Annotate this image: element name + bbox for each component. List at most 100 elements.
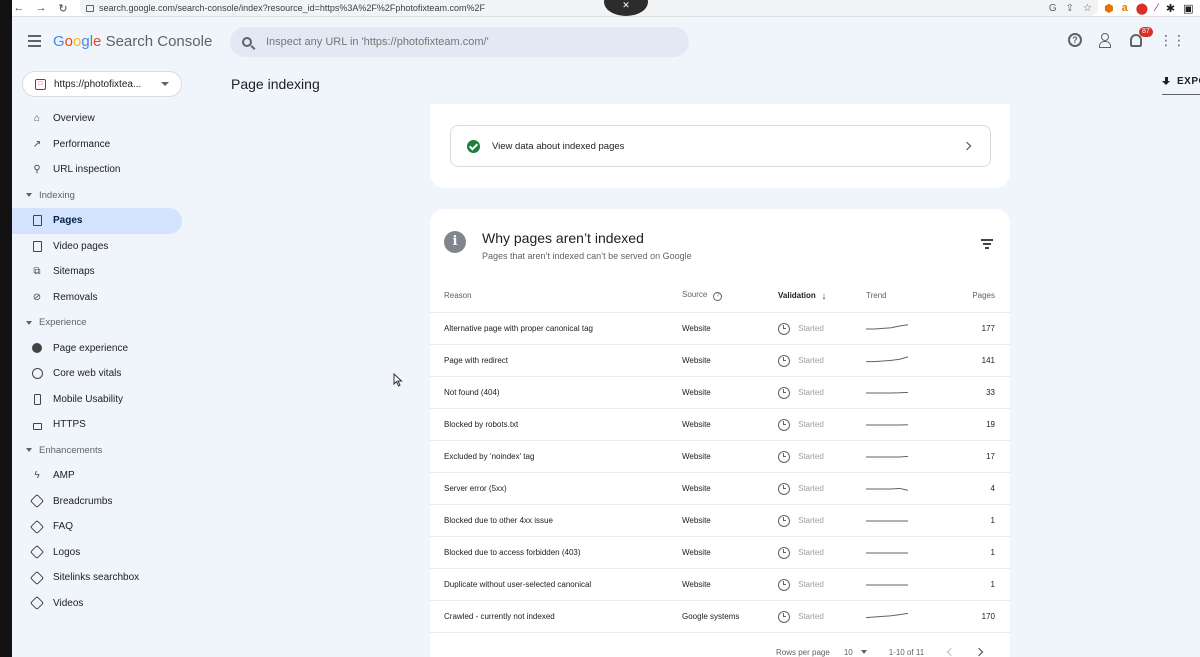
search-input[interactable] (266, 36, 646, 48)
reason-cell: Not found (404) (444, 388, 500, 397)
forward-icon[interactable]: → (34, 2, 48, 14)
column-header-reason[interactable]: Reason (430, 291, 682, 300)
notifications-icon[interactable]: 87 (1130, 26, 1153, 47)
table-row[interactable]: Blocked due to other 4xx issue Website Sta… (430, 505, 1010, 537)
sidebar-item-pages[interactable]: Pages (12, 208, 182, 234)
users-icon[interactable] (1099, 33, 1113, 48)
column-header-pages[interactable]: Pages (938, 291, 1010, 300)
sidebar-section-indexing[interactable]: Indexing (12, 183, 182, 209)
sidebar-item-faq[interactable]: FAQ (12, 514, 182, 540)
back-icon[interactable]: ← (12, 2, 26, 14)
layers-icon (29, 519, 45, 534)
sidebar-item-sitelinks-searchbox[interactable]: Sitelinks searchbox (12, 565, 182, 591)
chevron-left-icon[interactable] (946, 647, 956, 657)
clock-icon (778, 386, 790, 399)
apps-grid-icon[interactable]: ⋮⋮ (1159, 33, 1186, 47)
sidebar-item-label: Removals (53, 291, 98, 303)
sidebar-item-overview[interactable]: ⌂ Overview (12, 106, 182, 132)
address-bar[interactable]: search.google.com/search-console/index?r… (80, 0, 1098, 16)
view-indexed-pages-link[interactable]: View data about indexed pages (450, 125, 991, 167)
table-row[interactable]: Blocked due to access forbidden (403) Web… (430, 537, 1010, 569)
source-cell: Website (682, 420, 711, 429)
table-row[interactable]: Crawled - currently not indexed Google sy… (430, 601, 1010, 633)
column-header-validation[interactable]: Validation ↓ (778, 291, 866, 301)
reload-icon[interactable]: ↻ (56, 2, 70, 15)
trend-sparkline (866, 584, 908, 585)
sidebar-item-performance[interactable]: ↗ Performance (12, 132, 182, 158)
google-lens-icon[interactable]: G (1049, 3, 1057, 14)
source-cell: Website (682, 324, 711, 333)
rows-per-page-select[interactable]: 10 (844, 648, 867, 657)
sidebar-item-removals[interactable]: ⊘ Removals (12, 285, 182, 311)
filter-icon[interactable] (981, 239, 993, 251)
table-row[interactable]: Blocked by robots.txt Website Started 19 (430, 409, 1010, 441)
sidebar-item-url-inspection[interactable]: ⚲ URL inspection (12, 157, 182, 183)
column-header-label: Validation (778, 291, 816, 300)
trend-cell (866, 515, 938, 527)
pagination-range: 1-10 of 11 (888, 647, 925, 657)
app-header: Google Search Console ? 87 ⋮⋮ (12, 17, 1200, 69)
removals-icon: ⊘ (32, 291, 42, 303)
sidebar-item-https[interactable]: HTTPS (12, 412, 182, 438)
validation-cell: Started (778, 322, 866, 335)
puzzle-icon[interactable]: ✱ (1166, 2, 1175, 15)
sidebar-section-enhancements[interactable]: Enhancements (12, 438, 182, 464)
extension-icon[interactable]: ⬤ (1136, 2, 1148, 15)
url-inspection-search[interactable] (230, 27, 689, 57)
chevron-right-icon[interactable] (974, 647, 984, 657)
sidebar-item-mobile-usability[interactable]: Mobile Usability (12, 387, 182, 413)
property-selector[interactable]: □ https://photofixtea... (22, 71, 182, 97)
validation-cell: Started (778, 610, 866, 623)
menu-icon[interactable] (28, 35, 41, 50)
export-divider (1162, 94, 1200, 95)
page-experience-icon (31, 342, 43, 354)
table-row[interactable]: Page with redirect Website Started 141 (430, 345, 1010, 377)
sidebar-item-sitemaps[interactable]: ⧉ Sitemaps (12, 259, 182, 285)
sidebar-item-core-web-vitals[interactable]: Core web vitals (12, 361, 182, 387)
pagination: Rows per page 10 1-10 of 11 (430, 637, 1010, 657)
sidebar-item-video-pages[interactable]: Video pages (12, 234, 182, 260)
table-row[interactable]: Excluded by ‘noindex’ tag Website Started 1… (430, 441, 1010, 473)
sidebar-item-label: AMP (53, 470, 75, 482)
sidebar-item-breadcrumbs[interactable]: Breadcrumbs (12, 489, 182, 515)
table-row[interactable]: Server error (5xx) Website Started 4 (430, 473, 1010, 505)
sidebar-item-logos[interactable]: Logos (12, 540, 182, 566)
export-button[interactable]: EXPO (1162, 76, 1200, 87)
help-icon[interactable]: ? (713, 292, 723, 301)
sidebar-item-videos[interactable]: Videos (12, 591, 182, 617)
source-cell: Google systems (682, 612, 740, 621)
pages-count-cell: 19 (986, 420, 995, 429)
site-favicon-icon: □ (35, 78, 46, 90)
sidebar-item-amp[interactable]: ϟ AMP (12, 463, 182, 489)
why-not-indexed-card: i Why pages aren’t indexed Pages that ar… (430, 209, 1010, 657)
bookmark-star-icon[interactable]: ☆ (1083, 3, 1092, 14)
table-row[interactable]: Not found (404) Website Started 33 (430, 377, 1010, 409)
share-icon[interactable]: ⇪ (1066, 3, 1074, 14)
trend-sparkline (866, 612, 908, 618)
column-header-source[interactable]: Source? (682, 290, 778, 301)
pages-count-cell: 1 (990, 516, 995, 525)
table-row[interactable]: Alternative page with proper canonical t… (430, 313, 1010, 345)
source-cell: Website (682, 388, 711, 397)
reason-cell: Duplicate without user-selected canonica… (444, 580, 592, 589)
pen-extension-icon[interactable]: ∕ (1156, 2, 1158, 14)
sidebar-item-label: Performance (53, 138, 111, 150)
sidebar-item-label: Breadcrumbs (53, 495, 113, 507)
sidebar-item-label: Page experience (53, 342, 129, 354)
trend-cell (866, 387, 938, 399)
trend-sparkline (866, 391, 908, 393)
help-icon[interactable]: ? (1068, 33, 1082, 47)
table-row[interactable]: Duplicate without user-selected canonica… (430, 569, 1010, 601)
layers-icon (29, 596, 45, 611)
sidebar-item-page-experience[interactable]: Page experience (12, 336, 182, 362)
search-console-logo[interactable]: Google Search Console (53, 33, 212, 50)
side-panel-icon[interactable]: ▣ (1183, 2, 1193, 15)
video-pages-icon (31, 240, 43, 252)
amazon-extension-icon[interactable]: a (1122, 2, 1128, 14)
validation-cell: Started (778, 450, 866, 463)
sidebar-section-experience[interactable]: Experience (12, 310, 182, 336)
trend-line (866, 487, 908, 491)
sidebar-item-label: URL inspection (53, 164, 121, 176)
trend-cell (866, 355, 938, 367)
extension-icon[interactable]: ⬢ (1104, 2, 1114, 15)
